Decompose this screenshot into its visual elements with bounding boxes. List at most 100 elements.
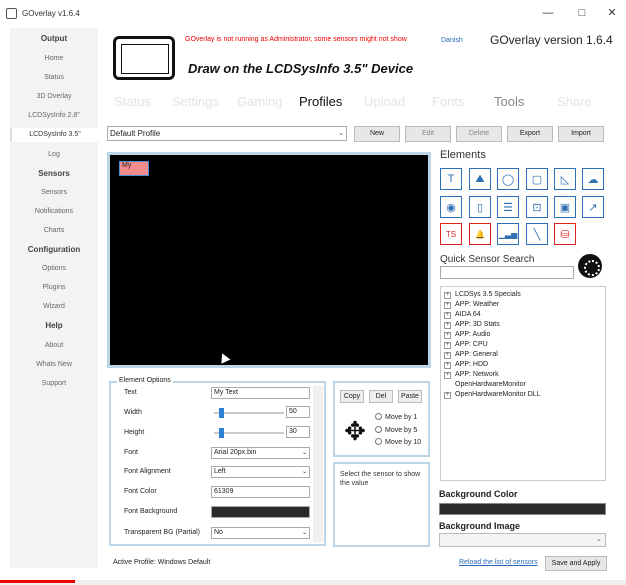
sidebar-item-16[interactable]: About — [10, 339, 98, 353]
battery-icon[interactable]: ▯ — [469, 196, 491, 218]
element-options-scrollbar[interactable] — [313, 386, 323, 542]
weather-icon[interactable]: ☁ — [582, 168, 604, 190]
canvas-text-element[interactable]: My — [119, 161, 149, 176]
edit-profile-button[interactable]: Edit — [405, 126, 451, 142]
tab-status[interactable]: Status — [114, 94, 151, 109]
database-icon[interactable]: ⛁ — [554, 223, 576, 245]
tab-fonts[interactable]: Fonts — [432, 94, 465, 109]
expand-plus-icon[interactable]: + — [444, 352, 451, 359]
sidebar-item-2[interactable]: Status — [10, 71, 98, 85]
font-color-field[interactable]: 61309 — [211, 486, 310, 498]
expand-plus-icon[interactable]: + — [444, 362, 451, 369]
tab-profiles[interactable]: Profiles — [299, 94, 342, 109]
background-image-select[interactable]: ⌄ — [439, 533, 606, 547]
tab-tools[interactable]: Tools — [494, 94, 524, 109]
crop-icon[interactable]: ⊡ — [526, 196, 548, 218]
sensor-tree[interactable]: + LCDSys 3.5 Specials + APP: Weather + AIDA 6… — [440, 286, 606, 481]
sidebar-item-17[interactable]: Whats New — [10, 358, 98, 372]
tab-settings[interactable]: Settings — [172, 94, 219, 109]
height-slider[interactable] — [214, 428, 284, 438]
font-select[interactable]: Arial 20px.bin ⌄ — [211, 447, 310, 459]
sidebar-item-5[interactable]: LCDSysInfo 3.5" — [10, 128, 98, 142]
tree-node[interactable]: + AIDA 64 — [444, 311, 481, 319]
expand-plus-icon[interactable]: + — [444, 372, 451, 379]
profile-select[interactable]: Default Profile ⌄ — [107, 126, 347, 141]
width-slider[interactable] — [214, 408, 284, 418]
expand-plus-icon[interactable]: + — [444, 342, 451, 349]
sidebar-item-10[interactable]: Charts — [10, 224, 98, 238]
expand-plus-icon[interactable]: + — [444, 312, 451, 319]
reload-sensors-link[interactable]: Reload the list of sensors — [459, 559, 538, 566]
move-by-5-radio[interactable]: Move by 5 — [375, 426, 417, 434]
quick-sensor-search-input[interactable] — [440, 266, 574, 279]
tree-node[interactable]: + APP: CPU — [444, 341, 488, 349]
move-by-10-radio[interactable]: Move by 10 — [375, 438, 421, 446]
sidebar-item-9[interactable]: Notifications — [10, 205, 98, 219]
picture-icon[interactable]: ▣ — [554, 196, 576, 218]
copy-button[interactable]: Copy — [340, 390, 364, 403]
gauge-icon[interactable]: ◉ — [440, 196, 462, 218]
tree-node[interactable]: + APP: Network — [444, 371, 499, 379]
language-link[interactable]: Danish — [441, 37, 463, 44]
save-and-apply-button[interactable]: Save and Apply — [545, 556, 607, 571]
tree-node[interactable]: + APP: General — [444, 351, 498, 359]
close-button[interactable]: ✕ — [602, 5, 622, 21]
expand-plus-icon[interactable]: + — [444, 332, 451, 339]
maximize-button[interactable]: □ — [572, 5, 592, 21]
export-profile-button[interactable]: Export — [507, 126, 553, 142]
lcd-canvas[interactable]: My — [107, 152, 431, 368]
paste-button[interactable]: Paste — [398, 390, 422, 403]
graph-icon[interactable]: ↗ — [582, 196, 604, 218]
height-field[interactable]: 30 — [286, 426, 310, 438]
text-icon[interactable]: T — [440, 168, 462, 190]
sidebar-item-3[interactable]: 3D Overlay — [10, 90, 98, 104]
minimize-button[interactable]: — — [538, 5, 558, 21]
dial-icon[interactable] — [578, 254, 602, 278]
text-field[interactable]: My Text — [211, 387, 310, 399]
tree-node[interactable]: + APP: Weather — [444, 301, 499, 309]
rectangle-icon[interactable]: ▢ — [526, 168, 548, 190]
font-background-swatch[interactable] — [211, 506, 310, 518]
sidebar-item-1[interactable]: Home — [10, 52, 98, 66]
tree-node[interactable]: OpenHardwareMonitor — [455, 381, 526, 388]
delete-profile-button[interactable]: Delete — [456, 126, 502, 142]
line-icon[interactable]: ╲ — [526, 223, 548, 245]
expand-plus-icon[interactable]: + — [444, 292, 451, 299]
background-color-swatch[interactable] — [439, 503, 606, 515]
sidebar-item-6[interactable]: Log — [10, 148, 98, 162]
tree-node[interactable]: + LCDSys 3.5 Specials — [444, 291, 521, 299]
del-button[interactable]: Del — [369, 390, 393, 403]
width-slider-thumb[interactable] — [219, 408, 225, 418]
sidebar-item-14[interactable]: Wizard — [10, 300, 98, 314]
tab-gaming[interactable]: Gaming — [237, 94, 283, 109]
signal-icon[interactable]: ▁▃▅ — [497, 223, 519, 245]
equalizer-icon[interactable]: ☰ — [497, 196, 519, 218]
move-by-1-radio[interactable]: Move by 1 — [375, 413, 417, 421]
tree-node[interactable]: + OpenHardwareMonitor DLL — [444, 391, 541, 399]
move-arrows-icon[interactable]: ✥ — [340, 416, 370, 446]
circle-icon[interactable]: ◯ — [497, 168, 519, 190]
tab-upload[interactable]: Upload — [364, 94, 405, 109]
sidebar-item-13[interactable]: Plugins — [10, 281, 98, 295]
sidebar-item-12[interactable]: Options — [10, 262, 98, 276]
expand-plus-icon[interactable]: + — [444, 392, 451, 399]
font-alignment-select[interactable]: Left ⌄ — [211, 466, 310, 478]
sidebar-item-4[interactable]: LCDSysInfo 2.8" — [10, 109, 98, 123]
tree-node[interactable]: + APP: HDD — [444, 361, 488, 369]
image-icon[interactable]: ⛰ — [469, 168, 491, 190]
bell-icon[interactable]: 🔔 — [469, 223, 491, 245]
tab-share[interactable]: Share — [557, 94, 592, 109]
transparent-bg-select[interactable]: No ⌄ — [211, 527, 310, 539]
new-profile-button[interactable]: New — [354, 126, 400, 142]
width-field[interactable]: 50 — [286, 406, 310, 418]
expand-plus-icon[interactable]: + — [444, 302, 451, 309]
import-profile-button[interactable]: Import — [558, 126, 604, 142]
ts-icon[interactable]: TS — [440, 223, 462, 245]
expand-plus-icon[interactable]: + — [444, 322, 451, 329]
triangle-icon[interactable]: ◺ — [554, 168, 576, 190]
sidebar-item-8[interactable]: Sensors — [10, 186, 98, 200]
height-slider-thumb[interactable] — [219, 428, 225, 438]
tree-node[interactable]: + APP: 3D Stats — [444, 321, 500, 329]
video-progress-bar[interactable] — [0, 580, 626, 585]
sidebar-item-18[interactable]: Support — [10, 377, 98, 391]
